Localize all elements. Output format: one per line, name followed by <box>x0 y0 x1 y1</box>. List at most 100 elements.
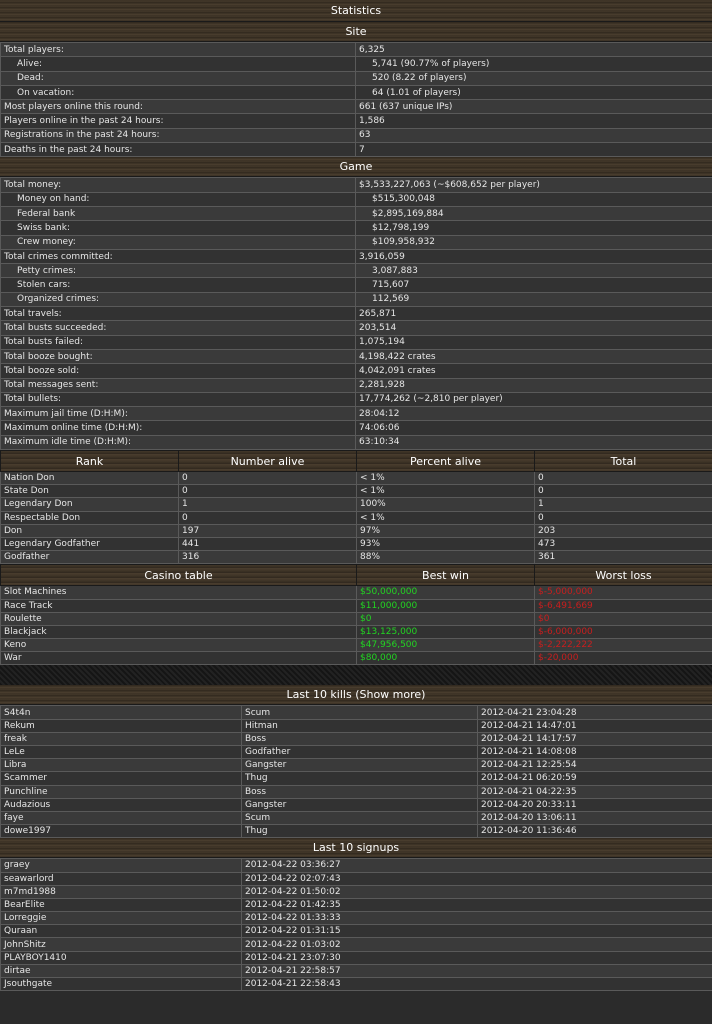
stat-row: Alive: 5,741 (90.77% of players) <box>0 56 712 72</box>
rank-percent-alive: 93% <box>356 536 535 552</box>
kills-section-header[interactable]: Last 10 kills (Show more) <box>0 685 712 706</box>
rank-column-header: Total <box>534 450 712 473</box>
signup-player-name[interactable]: Lorreggie <box>0 911 242 926</box>
kill-timestamp: 2012-04-21 06:20:59 <box>477 771 712 786</box>
kill-row: Libra Gangster 2012-04-21 12:25:54 <box>0 758 712 773</box>
casino-best-win: $11,000,000 <box>356 598 535 613</box>
kill-row: faye Scum 2012-04-20 13:06:11 <box>0 810 712 826</box>
casino-game-name: Race Track <box>0 598 357 613</box>
game-stats-table: Total money: $3,533,227,063 (~$608,652 pe… <box>0 177 712 451</box>
kill-player-name[interactable]: Punchline <box>0 784 242 799</box>
rank-number-alive: 0 <box>178 484 357 499</box>
stat-value: 520 (8.22 of players) <box>355 70 712 86</box>
stat-label: Federal bank <box>0 205 356 222</box>
rank-name: Respectable Don <box>0 510 179 525</box>
stat-value: 265,871 <box>355 306 712 322</box>
kill-player-name[interactable]: Rekum <box>0 718 242 733</box>
kill-player-name[interactable]: LeLe <box>0 745 242 760</box>
kill-player-rank: Gangster <box>241 758 478 773</box>
kill-player-rank: Thug <box>241 824 478 839</box>
stat-label: Maximum online time (D:H:M): <box>0 420 356 436</box>
stat-row: Dead: 520 (8.22 of players) <box>0 70 712 86</box>
rank-name: Nation Don <box>0 471 179 486</box>
rank-total: 361 <box>534 550 712 565</box>
casino-row: Race Track $11,000,000 $-6,491,669 <box>0 598 712 613</box>
rank-row: Legendary Godfather 441 93% 473 <box>0 536 712 552</box>
signup-player-name[interactable]: dirtae <box>0 963 242 979</box>
rank-header-row: Rank Number alive Percent alive Total <box>0 450 712 473</box>
casino-best-win: $47,956,500 <box>356 638 535 653</box>
rank-total: 1 <box>534 497 712 512</box>
signup-player-name[interactable]: Quraan <box>0 924 242 939</box>
kills-table: S4t4n Scum 2012-04-21 23:04:28 Rekum Hitman 2… <box>0 705 712 839</box>
kill-timestamp: 2012-04-21 14:08:08 <box>477 745 712 760</box>
stat-row: Total money: $3,533,227,063 (~$608,652 pe… <box>0 177 712 193</box>
stat-label: Stolen cars: <box>0 277 356 293</box>
stat-value: 2,281,928 <box>355 377 712 393</box>
rank-column-header: Rank <box>0 450 179 473</box>
signup-player-name[interactable]: BearElite <box>0 897 242 913</box>
stat-label: Maximum jail time (D:H:M): <box>0 406 356 422</box>
signup-player-name[interactable]: Jsouthgate <box>0 977 242 992</box>
signup-row: graey 2012-04-22 03:36:27 <box>0 858 712 873</box>
kill-row: S4t4n Scum 2012-04-21 23:04:28 <box>0 705 712 720</box>
casino-row: Keno $47,956,500 $-2,222,222 <box>0 638 712 653</box>
stat-label: Total travels: <box>0 306 356 322</box>
signup-player-name[interactable]: seawarlord <box>0 871 242 886</box>
kill-timestamp: 2012-04-21 14:47:01 <box>477 718 712 733</box>
stat-label: Registrations in the past 24 hours: <box>0 127 356 144</box>
stat-label: Crew money: <box>0 234 356 250</box>
kill-player-name[interactable]: dowe1997 <box>0 824 242 839</box>
signup-player-name[interactable]: graey <box>0 858 242 873</box>
stat-row: Organized crimes: 112,569 <box>0 291 712 308</box>
page-title: Statistics <box>0 0 712 22</box>
kill-timestamp: 2012-04-21 12:25:54 <box>477 758 712 773</box>
rank-number-alive: 197 <box>178 523 357 538</box>
rank-row: Respectable Don 0 < 1% 0 <box>0 510 712 525</box>
stat-value: $3,533,227,063 (~$608,652 per player) <box>355 177 712 193</box>
kill-player-name[interactable]: S4t4n <box>0 705 242 720</box>
kill-player-name[interactable]: Audazious <box>0 797 242 812</box>
kill-player-name[interactable]: Libra <box>0 758 242 773</box>
stat-label: Total bullets: <box>0 391 356 408</box>
casino-row: Blackjack $13,125,000 $-6,000,000 <box>0 624 712 640</box>
kill-player-name[interactable]: faye <box>0 810 242 826</box>
kill-player-rank: Gangster <box>241 797 478 812</box>
stat-row: Registrations in the past 24 hours: 63 <box>0 127 712 144</box>
casino-best-win: $50,000,000 <box>356 585 535 600</box>
signup-player-name[interactable]: m7md1988 <box>0 884 242 899</box>
stat-value: 3,916,059 <box>355 248 712 265</box>
stat-value: 64 (1.01 of players) <box>355 84 712 101</box>
signup-row: BearElite 2012-04-22 01:42:35 <box>0 897 712 913</box>
rank-column-header: Number alive <box>178 450 357 473</box>
signup-timestamp: 2012-04-21 23:07:30 <box>241 950 712 965</box>
signup-player-name[interactable]: JohnShitz <box>0 937 242 952</box>
stat-value: 661 (637 unique IPs) <box>355 99 712 115</box>
section-divider <box>0 665 712 686</box>
kill-row: Punchline Boss 2012-04-21 04:22:35 <box>0 784 712 799</box>
stat-value: $109,958,932 <box>355 234 712 250</box>
stat-value: 3,087,883 <box>355 263 712 279</box>
casino-best-win: $0 <box>356 611 535 626</box>
statistics-page: Statistics Site Total players: 6,325 Alive… <box>0 0 712 992</box>
rank-total: 0 <box>534 471 712 486</box>
casino-row: Slot Machines $50,000,000 $-5,000,000 <box>0 585 712 600</box>
rank-percent-alive: 97% <box>356 523 535 538</box>
stat-row: Deaths in the past 24 hours: 7 <box>0 142 712 158</box>
stat-row: Swiss bank: $12,798,199 <box>0 220 712 236</box>
kill-player-name[interactable]: Scammer <box>0 771 242 786</box>
rank-row: Godfather 316 88% 361 <box>0 550 712 565</box>
signup-player-name[interactable]: PLAYBOY1410 <box>0 950 242 965</box>
kill-player-rank: Boss <box>241 731 478 747</box>
kill-player-name[interactable]: freak <box>0 731 242 747</box>
casino-worst-loss: $-5,000,000 <box>534 585 712 600</box>
stat-label: Petty crimes: <box>0 263 356 279</box>
kill-timestamp: 2012-04-21 23:04:28 <box>477 705 712 720</box>
stat-row: Maximum jail time (D:H:M): 28:04:12 <box>0 406 712 422</box>
stat-row: Federal bank $2,895,169,884 <box>0 205 712 222</box>
rank-number-alive: 316 <box>178 550 357 565</box>
stat-label: Total busts failed: <box>0 334 356 350</box>
rank-row: State Don 0 < 1% 0 <box>0 484 712 499</box>
stat-value: 1,586 <box>355 113 712 129</box>
site-stats-table: Total players: 6,325 Alive: 5,741 (90.77% o… <box>0 41 712 158</box>
